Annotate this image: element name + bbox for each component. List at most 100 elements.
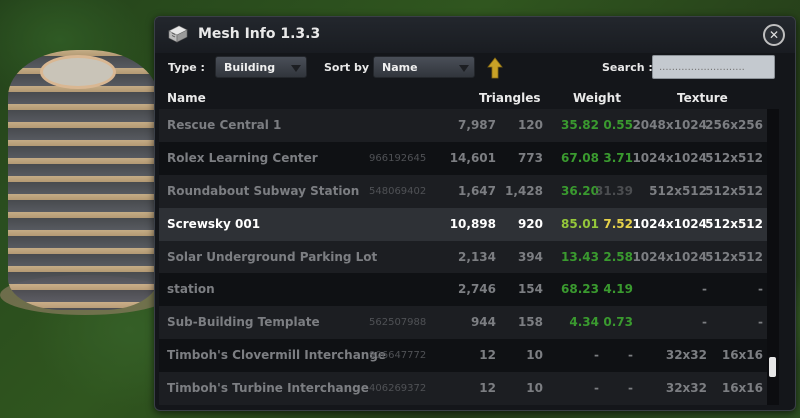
texture-size: 1024x1024 bbox=[632, 249, 707, 264]
sort-by-label: Sort by : bbox=[324, 61, 378, 74]
lod-weight-value: - bbox=[628, 381, 633, 396]
close-icon: ✕ bbox=[768, 28, 780, 42]
column-header-triangles[interactable]: Triangles bbox=[479, 91, 541, 105]
texture-size: 512x512 bbox=[649, 183, 707, 198]
workshop-id: 548069402 bbox=[369, 185, 427, 197]
chevron-down-icon bbox=[291, 65, 301, 72]
table-row[interactable]: Timboh's Turbine Interchange 406269372 12 1… bbox=[159, 372, 767, 405]
triangle-count: 12 bbox=[479, 348, 496, 363]
sort-by-dropdown[interactable]: Name bbox=[373, 56, 475, 78]
type-label: Type : bbox=[168, 61, 205, 74]
mesh-name: Timboh's Turbine Interchange bbox=[167, 381, 369, 396]
lod-triangle-count: 920 bbox=[517, 216, 543, 231]
lod-weight-value: 0.73 bbox=[603, 315, 633, 330]
weight-value: 68.23 bbox=[561, 282, 599, 297]
mesh-name: Rescue Central 1 bbox=[167, 118, 282, 132]
lod-texture-size: 16x16 bbox=[721, 348, 763, 363]
triangle-count: 10,898 bbox=[449, 216, 496, 231]
lod-texture-size: 512x512 bbox=[705, 183, 763, 198]
table-row[interactable]: Rolex Learning Center 966192645 14,601 773 6… bbox=[159, 141, 767, 175]
mesh-name: Solar Underground Parking Lot bbox=[167, 249, 378, 264]
screwsky-tower-building bbox=[8, 50, 158, 310]
list-scrollbar[interactable] bbox=[767, 109, 779, 405]
mesh-list[interactable]: Rescue Central 1 7,987 120 35.82 0.55 2048x10… bbox=[159, 109, 767, 405]
lod-texture-size: - bbox=[758, 282, 763, 297]
scrollbar-thumb[interactable] bbox=[769, 357, 776, 377]
workshop-id: 406269372 bbox=[369, 383, 427, 395]
title-bar[interactable]: Mesh Info 1.3.3 ✕ bbox=[155, 17, 795, 53]
mesh-name: Sub-Building Template bbox=[167, 315, 320, 330]
table-row[interactable]: Solar Underground Parking Lot 2,134 394 13.… bbox=[159, 240, 767, 274]
texture-size: 1024x1024 bbox=[632, 150, 707, 165]
lod-texture-size: 512x512 bbox=[705, 249, 763, 264]
mesh-info-app-icon bbox=[168, 25, 188, 43]
weight-value: 85.01 bbox=[561, 216, 599, 231]
mesh-name: Roundabout Subway Station bbox=[167, 183, 360, 198]
table-row[interactable]: Roundabout Subway Station 548069402 1,647 1… bbox=[159, 174, 767, 208]
triangle-count: 2,134 bbox=[458, 249, 496, 264]
lod-weight-value: 31.39 bbox=[595, 183, 633, 198]
table-row[interactable]: Rescue Central 1 7,987 120 35.82 0.55 2048x10… bbox=[159, 109, 767, 142]
chevron-down-icon bbox=[459, 65, 469, 72]
column-header-name[interactable]: Name bbox=[167, 91, 206, 105]
table-row[interactable]: station 2,746 154 68.23 4.19 - - bbox=[159, 273, 767, 307]
column-header-row: Name Triangles Weight Texture bbox=[155, 91, 795, 109]
triangle-count: 2,746 bbox=[458, 282, 496, 297]
triangle-count: 944 bbox=[470, 315, 496, 330]
lod-texture-size: 256x256 bbox=[705, 118, 763, 132]
lod-triangle-count: 154 bbox=[517, 282, 543, 297]
lod-texture-size: - bbox=[758, 315, 763, 330]
table-row-selected[interactable]: Screwsky 001 10,898 920 85.01 7.52 1024x1024 5… bbox=[159, 207, 767, 241]
window-title: Mesh Info 1.3.3 bbox=[198, 26, 321, 42]
lod-triangle-count: 394 bbox=[517, 249, 543, 264]
column-header-weight[interactable]: Weight bbox=[573, 91, 621, 105]
mesh-name: Rolex Learning Center bbox=[167, 150, 318, 165]
filter-toolbar: Type : Building Sort by : Name Search : bbox=[155, 55, 795, 83]
mesh-name: Timboh's Clovermill Interchange bbox=[167, 348, 387, 363]
lod-weight-value: 3.71 bbox=[603, 150, 633, 165]
triangle-count: 12 bbox=[479, 381, 496, 396]
sort-direction-arrow-up-icon[interactable] bbox=[487, 57, 503, 79]
weight-value: 36.20 bbox=[561, 183, 599, 198]
search-input[interactable] bbox=[652, 55, 775, 79]
texture-size: - bbox=[702, 315, 707, 330]
lod-texture-size: 512x512 bbox=[705, 150, 763, 165]
weight-value: - bbox=[594, 348, 599, 363]
texture-size: 32x32 bbox=[665, 348, 707, 363]
weight-value: 35.82 bbox=[561, 118, 599, 132]
triangle-count: 1,647 bbox=[458, 183, 496, 198]
tower-helipad bbox=[40, 55, 116, 89]
weight-value: 67.08 bbox=[561, 150, 599, 165]
type-dropdown[interactable]: Building bbox=[215, 56, 307, 78]
table-row[interactable]: Timboh's Clovermill Interchange 906647772… bbox=[159, 339, 767, 373]
lod-triangle-count: 1,428 bbox=[505, 183, 543, 198]
lod-triangle-count: 120 bbox=[517, 118, 543, 132]
table-row[interactable]: Sub-Building Template 562507988 944 158 4.34… bbox=[159, 306, 767, 340]
lod-triangle-count: 10 bbox=[526, 381, 543, 396]
texture-size: 1024x1024 bbox=[632, 216, 707, 231]
search-label: Search : bbox=[602, 61, 653, 74]
mesh-name: station bbox=[167, 282, 215, 297]
weight-value: 13.43 bbox=[561, 249, 599, 264]
texture-size: 2048x1024 bbox=[632, 118, 707, 132]
close-button[interactable]: ✕ bbox=[763, 24, 785, 46]
sort-by-dropdown-value: Name bbox=[382, 61, 418, 74]
lod-texture-size: 512x512 bbox=[705, 216, 763, 231]
lod-texture-size: 16x16 bbox=[721, 381, 763, 396]
lod-weight-value: - bbox=[628, 348, 633, 363]
lod-weight-value: 4.19 bbox=[603, 282, 633, 297]
workshop-id: 906647772 bbox=[369, 350, 427, 362]
workshop-id: 966192645 bbox=[369, 152, 427, 164]
triangle-count: 14,601 bbox=[449, 150, 496, 165]
lod-weight-value: 0.55 bbox=[603, 118, 633, 132]
weight-value: - bbox=[594, 381, 599, 396]
lod-weight-value: 7.52 bbox=[603, 216, 633, 231]
texture-size: - bbox=[702, 282, 707, 297]
triangle-count: 7,987 bbox=[458, 118, 496, 132]
weight-value: 4.34 bbox=[569, 315, 599, 330]
type-dropdown-value: Building bbox=[224, 61, 276, 74]
lod-triangle-count: 158 bbox=[517, 315, 543, 330]
mesh-name: Screwsky 001 bbox=[167, 216, 261, 231]
column-header-texture[interactable]: Texture bbox=[677, 91, 728, 105]
texture-size: 32x32 bbox=[665, 381, 707, 396]
